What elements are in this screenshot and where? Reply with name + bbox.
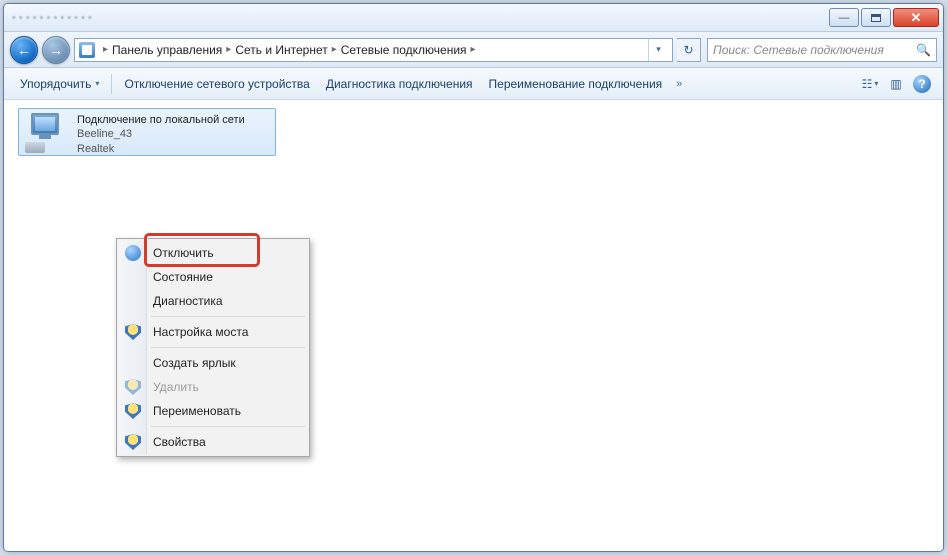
- rename-connection-button[interactable]: Переименование подключения: [481, 73, 671, 95]
- search-input[interactable]: Поиск: Сетевые подключения 🔍: [707, 38, 937, 62]
- minimize-button[interactable]: —: [829, 8, 859, 27]
- forward-button[interactable]: →: [42, 36, 70, 64]
- ctx-item-diagnostics[interactable]: Диагностика: [119, 289, 307, 313]
- arrow-right-icon: →: [49, 42, 63, 58]
- shield-icon: [125, 403, 141, 419]
- chevron-right-icon: ▸: [471, 44, 476, 55]
- view-grid-icon: ☷: [862, 77, 873, 91]
- ctx-item-create-shortcut[interactable]: Создать ярлык: [119, 351, 307, 375]
- breadcrumb-network-connections[interactable]: Сетевые подключения: [341, 43, 467, 57]
- diagnose-connection-button[interactable]: Диагностика подключения: [318, 73, 481, 95]
- toolbar-overflow-button[interactable]: »: [676, 78, 682, 90]
- chevron-double-icon: »: [676, 78, 682, 90]
- separator: [111, 74, 112, 94]
- preview-pane-icon: ▥: [890, 77, 901, 91]
- connection-adapter: Realtek: [77, 142, 245, 156]
- maximize-button[interactable]: [861, 8, 891, 27]
- arrow-left-icon: ←: [17, 42, 31, 58]
- refresh-icon: ↻: [683, 43, 693, 57]
- ctx-item-rename[interactable]: Переименовать: [119, 399, 307, 423]
- context-menu: Отключить Состояние Диагностика Настройк…: [116, 238, 310, 457]
- explorer-window: • • • • • • • • • • • • — ✕ ← → ▸ Панель…: [3, 3, 944, 552]
- connection-tile-lan[interactable]: Подключение по локальной сети Beeline_43…: [18, 108, 276, 156]
- organize-button[interactable]: Упорядочить▾: [12, 73, 107, 95]
- chevron-down-icon: ▾: [656, 44, 661, 55]
- location-icon: [79, 42, 95, 58]
- preview-pane-button[interactable]: ▥: [883, 73, 909, 95]
- titlebar[interactable]: • • • • • • • • • • • • — ✕: [4, 4, 943, 32]
- close-button[interactable]: ✕: [893, 8, 939, 27]
- disable-device-button[interactable]: Отключение сетевого устройства: [116, 73, 317, 95]
- connection-title: Подключение по локальной сети: [77, 113, 245, 127]
- back-button[interactable]: ←: [10, 36, 38, 64]
- shield-icon: [125, 379, 141, 395]
- ctx-item-status[interactable]: Состояние: [119, 265, 307, 289]
- breadcrumb-control-panel[interactable]: Панель управления: [112, 43, 222, 57]
- ctx-item-properties[interactable]: Свойства: [119, 430, 307, 454]
- address-bar[interactable]: ▸ Панель управления ▸ Сеть и Интернет ▸ …: [74, 38, 673, 62]
- chevron-right-icon: ▸: [103, 44, 108, 55]
- separator: [151, 426, 305, 427]
- view-options-button[interactable]: ☷ ▾: [857, 73, 883, 95]
- ctx-item-delete: Удалить: [119, 375, 307, 399]
- refresh-button[interactable]: ↻: [677, 38, 701, 62]
- ctx-item-bridge[interactable]: Настройка моста: [119, 320, 307, 344]
- toolbar: Упорядочить▾ Отключение сетевого устройс…: [4, 68, 943, 100]
- titlebar-blurred-text: • • • • • • • • • • • •: [12, 12, 92, 24]
- separator: [151, 347, 305, 348]
- content-area[interactable]: Подключение по локальной сети Beeline_43…: [4, 100, 943, 551]
- shield-icon: [125, 434, 141, 450]
- disable-icon: [125, 245, 141, 261]
- chevron-down-icon: ▾: [874, 79, 878, 88]
- connection-network: Beeline_43: [77, 127, 245, 141]
- chevron-right-icon: ▸: [332, 44, 337, 55]
- address-dropdown[interactable]: ▾: [648, 39, 668, 61]
- breadcrumb-network-internet[interactable]: Сеть и Интернет: [235, 43, 327, 57]
- network-adapter-icon: [25, 113, 69, 153]
- search-placeholder: Поиск: Сетевые подключения: [713, 43, 884, 57]
- search-icon: 🔍: [916, 43, 931, 57]
- navigation-row: ← → ▸ Панель управления ▸ Сеть и Интерне…: [4, 32, 943, 68]
- ctx-item-disable[interactable]: Отключить: [119, 241, 307, 265]
- help-button[interactable]: ?: [909, 73, 935, 95]
- help-icon: ?: [913, 75, 931, 93]
- separator: [151, 316, 305, 317]
- chevron-down-icon: ▾: [95, 79, 99, 88]
- shield-icon: [125, 324, 141, 340]
- chevron-right-icon: ▸: [226, 44, 231, 55]
